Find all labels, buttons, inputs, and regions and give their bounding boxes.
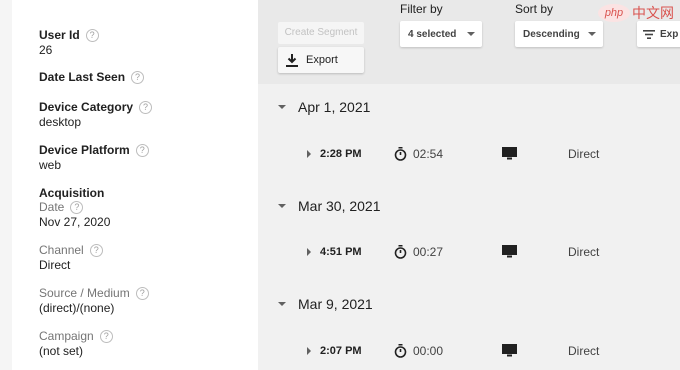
download-icon <box>278 53 306 67</box>
filter-by-label: Filter by <box>400 2 443 16</box>
sort-select-value: Descending <box>523 28 580 40</box>
user-details-panel: User Id? 26 Date Last Seen? Device Categ… <box>0 0 258 370</box>
site-watermark-logo: php 中文网 <box>598 3 674 23</box>
help-icon[interactable]: ? <box>85 28 99 42</box>
desktop-icon <box>502 245 517 261</box>
help-icon[interactable]: ? <box>135 143 149 157</box>
acquisition-section: Acquisition Date? Nov 27, 2020 <box>39 186 110 230</box>
session-channel: Direct <box>568 344 600 358</box>
collapse-icon <box>278 204 286 208</box>
watermark-php: php <box>598 4 630 22</box>
desktop-icon <box>502 344 517 360</box>
channel-value: Direct <box>39 258 71 272</box>
collapse-icon <box>278 302 286 306</box>
create-segment-button[interactable]: Create Segment <box>278 22 364 44</box>
chevron-down-icon <box>467 32 475 36</box>
device-category-label: Device Category <box>39 100 134 114</box>
channel-field: Channel? Direct <box>39 243 103 273</box>
session-duration: 00:00 <box>413 344 444 358</box>
stopwatch-icon <box>394 245 407 262</box>
date-last-seen-field: Date Last Seen? <box>39 70 145 84</box>
day-header[interactable]: Mar 9, 2021 <box>278 296 373 312</box>
expand-arrow-icon <box>307 347 311 355</box>
device-platform-value: web <box>39 158 62 172</box>
user-id-label: User Id <box>39 28 80 42</box>
device-category-value: desktop <box>39 115 82 129</box>
export-button[interactable]: Export <box>278 47 364 73</box>
expand-all-button[interactable]: Exp <box>637 21 680 47</box>
session-row[interactable]: 2:28 PM 02:54 Direct <box>258 144 680 164</box>
filter-select-value: 4 selected <box>408 28 457 40</box>
sort-by-label: Sort by <box>515 2 554 16</box>
campaign-label: Campaign <box>39 329 94 343</box>
acquisition-heading: Acquisition <box>39 186 105 200</box>
activity-panel: Create Segment Export Filter by 4 select… <box>258 0 680 370</box>
campaign-value: (not set) <box>39 344 84 358</box>
help-icon[interactable]: ? <box>70 200 84 214</box>
day-date: Mar 30, 2021 <box>298 198 381 214</box>
session-channel: Direct <box>568 147 600 161</box>
filter-select[interactable]: 4 selected <box>400 21 482 47</box>
help-icon[interactable]: ? <box>139 100 153 114</box>
device-platform-label: Device Platform <box>39 143 130 157</box>
stopwatch-icon <box>394 147 407 164</box>
date-last-seen-label: Date Last Seen <box>39 70 126 84</box>
expand-all-label: Exp <box>660 28 679 40</box>
device-platform-field: Device Platform? web <box>39 143 149 173</box>
source-medium-value: (direct)/(none) <box>39 301 115 315</box>
acquisition-date-value: Nov 27, 2020 <box>39 215 111 229</box>
help-icon[interactable]: ? <box>99 329 113 343</box>
desktop-icon <box>502 147 517 163</box>
expand-arrow-icon <box>307 150 311 158</box>
user-id-field: User Id? 26 <box>39 28 99 58</box>
session-channel: Direct <box>568 245 600 259</box>
day-date: Mar 9, 2021 <box>298 296 373 312</box>
left-edge-strip <box>0 0 12 370</box>
help-icon[interactable]: ? <box>131 70 145 84</box>
help-icon[interactable]: ? <box>89 243 103 257</box>
day-header[interactable]: Apr 1, 2021 <box>278 99 370 115</box>
help-icon[interactable]: ? <box>135 286 149 300</box>
session-time: 2:28 PM <box>320 148 362 160</box>
campaign-field: Campaign? (not set) <box>39 329 113 359</box>
sort-lines-icon <box>643 29 655 39</box>
session-time: 4:51 PM <box>320 246 362 258</box>
session-time: 2:07 PM <box>320 345 362 357</box>
session-row[interactable]: 2:07 PM 00:00 Direct <box>258 341 680 361</box>
sort-select[interactable]: Descending <box>515 21 603 47</box>
day-date: Apr 1, 2021 <box>298 99 371 115</box>
session-duration: 00:27 <box>413 245 444 259</box>
chevron-down-icon <box>588 32 596 36</box>
device-category-field: Device Category? desktop <box>39 100 153 130</box>
source-medium-label: Source / Medium <box>39 286 130 300</box>
day-header[interactable]: Mar 30, 2021 <box>278 198 381 214</box>
user-id-value: 26 <box>39 43 53 57</box>
collapse-icon <box>278 105 286 109</box>
session-row[interactable]: 4:51 PM 00:27 Direct <box>258 242 680 262</box>
channel-label: Channel <box>39 243 84 257</box>
watermark-cn: 中文网 <box>632 5 674 21</box>
session-duration: 02:54 <box>413 147 444 161</box>
export-label: Export <box>306 54 338 66</box>
stopwatch-icon <box>394 344 407 361</box>
expand-arrow-icon <box>307 248 311 256</box>
source-medium-field: Source / Medium? (direct)/(none) <box>39 286 149 316</box>
date-label: Date <box>39 200 65 214</box>
